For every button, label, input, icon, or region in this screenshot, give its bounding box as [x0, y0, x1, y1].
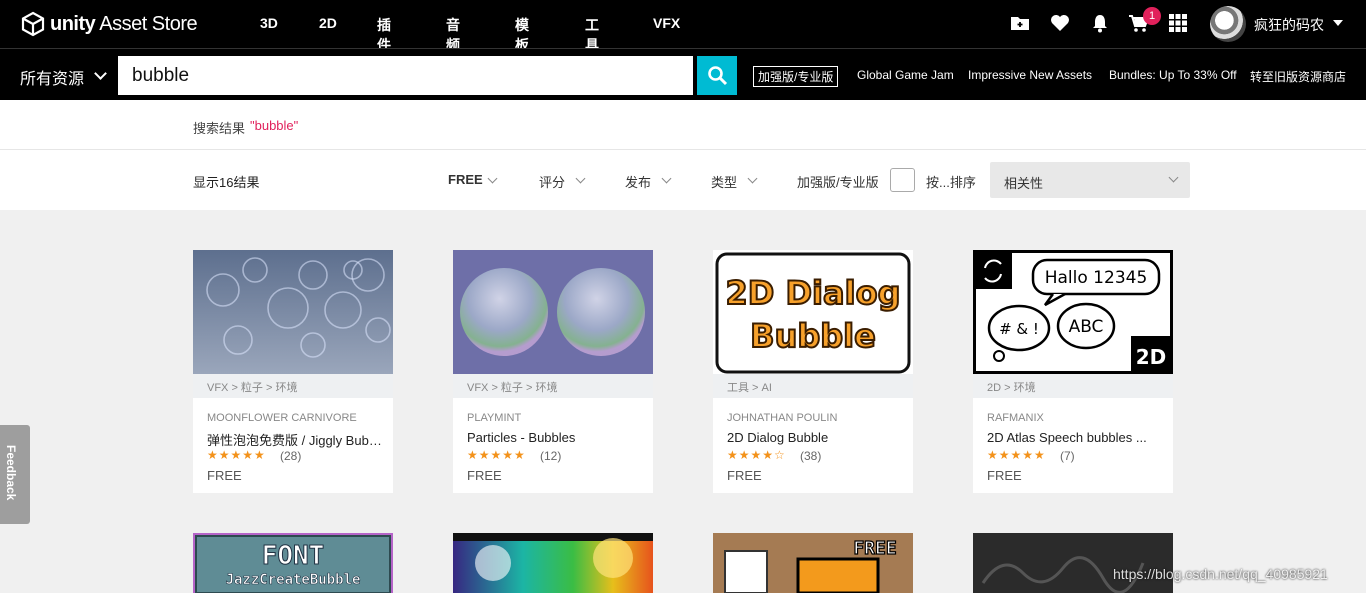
thumb-speech-symbols: # & ! [999, 320, 1039, 338]
chevron-down-icon[interactable] [747, 173, 758, 184]
asset-thumbnail[interactable] [193, 250, 393, 374]
user-menu-caret-icon[interactable] [1333, 20, 1343, 26]
type-filter[interactable]: 类型 [711, 172, 737, 191]
star-rating: ★★★★★ [987, 448, 1046, 462]
asset-thumbnail[interactable]: FREE [713, 533, 913, 593]
rating-filter[interactable]: 评分 [539, 172, 565, 191]
breadcrumb: 搜索结果 "bubble" [0, 100, 1366, 150]
asset-category[interactable]: VFX > 粒子 > 环境 [193, 374, 393, 398]
apps-grid-icon[interactable] [1167, 12, 1189, 34]
nav-3d[interactable]: 3D [260, 15, 278, 31]
thumb-font-title: FONT [262, 541, 325, 571]
unity-cube-icon [21, 11, 45, 37]
username[interactable]: 疯狂的码农 [1254, 15, 1324, 35]
thumb-dialog-line2: Bubble [750, 317, 876, 355]
asset-card[interactable]: FONT JazzCreateBubble [193, 533, 393, 593]
asset-thumbnail[interactable]: 2D Dialog Bubble [713, 250, 913, 374]
asset-card[interactable]: VFX > 粒子 > 环境 MOONFLOWER CARNIVORE 弹性泡泡免… [193, 250, 393, 493]
feedback-label: Feedback [4, 445, 18, 501]
star-rating: ★★★★☆ [727, 448, 786, 462]
plus-pro-filter-label: 加强版/专业版 [797, 175, 879, 190]
heart-icon[interactable] [1049, 12, 1071, 34]
chevron-down-icon [1168, 172, 1179, 183]
thumb-2d-tag: 2D [1136, 345, 1167, 369]
asset-title[interactable]: Particles - Bubbles [467, 430, 645, 445]
chevron-down-icon[interactable] [94, 67, 107, 80]
promo-new-assets[interactable]: Impressive New Assets [968, 68, 1092, 82]
thumb-free-tag: FREE [853, 538, 896, 559]
asset-card[interactable]: FREE [713, 533, 913, 593]
watermark: https://blog.csdn.net/qq_40985921 [1113, 566, 1328, 582]
asset-title[interactable]: 弹性泡泡免费版 / Jiggly Bubble Free [207, 430, 385, 449]
result-count: 显示16结果 [193, 175, 260, 190]
promo-bundles[interactable]: Bundles: Up To 33% Off [1109, 68, 1237, 82]
chevron-down-icon[interactable] [487, 173, 498, 184]
feedback-tab[interactable]: Feedback [0, 425, 30, 524]
rating-count: (7) [1060, 449, 1075, 463]
asset-thumbnail[interactable]: FONT JazzCreateBubble [193, 533, 393, 593]
search-scope-dropdown[interactable]: 所有资源 [20, 65, 84, 89]
sort-by-label: 按...排序 [926, 175, 976, 190]
sort-select[interactable]: 相关性 [990, 162, 1190, 198]
asset-publisher[interactable]: MOONFLOWER CARNIVORE [207, 412, 357, 424]
asset-thumbnail[interactable] [973, 533, 1173, 593]
asset-price: FREE [987, 468, 1022, 483]
rating-count: (12) [540, 449, 562, 463]
asset-thumbnail[interactable] [453, 533, 653, 593]
asset-thumbnail[interactable]: Hallo 12345 # & ! ABC 2D [973, 250, 1173, 374]
asset-thumbnail[interactable] [453, 250, 653, 374]
top-nav: unity Asset Store 3D 2D 插件 音频 模板 工具 VFX … [0, 0, 1366, 53]
asset-category[interactable]: 2D > 环境 [973, 374, 1173, 398]
search-results-label: 搜索结果 [193, 121, 246, 136]
search-bar: 所有资源 加强版/专业版 Global Game Jam Impressive … [0, 48, 1366, 100]
bell-icon[interactable] [1089, 12, 1111, 34]
chevron-down-icon[interactable] [575, 173, 586, 184]
chevron-down-icon[interactable] [661, 173, 672, 184]
thumb-dialog-line1: 2D Dialog [726, 274, 901, 312]
unity-logo[interactable]: unity Asset Store [20, 11, 198, 37]
search-button[interactable] [697, 56, 737, 95]
asset-category[interactable]: VFX > 粒子 > 环境 [453, 374, 653, 398]
user-avatar[interactable] [1210, 6, 1246, 42]
asset-category[interactable]: 工具 > AI [713, 374, 913, 398]
logo-text: unity Asset Store [50, 12, 198, 35]
plus-pro-link[interactable]: 加强版/专业版 [753, 66, 839, 87]
search-input[interactable] [118, 56, 693, 95]
asset-title[interactable]: 2D Dialog Bubble [727, 430, 905, 445]
legacy-store-link[interactable]: 转至旧版资源商店 [1250, 68, 1346, 85]
release-filter[interactable]: 发布 [625, 172, 651, 191]
folder-icon[interactable] [1009, 12, 1031, 34]
star-rating: ★★★★★ [467, 448, 526, 462]
search-icon [708, 66, 728, 86]
promo-global-game-jam[interactable]: Global Game Jam [857, 68, 954, 82]
asset-publisher[interactable]: RAFMANIX [987, 412, 1044, 424]
cart-count-badge: 1 [1143, 7, 1161, 25]
asset-title[interactable]: 2D Atlas Speech bubbles ... [987, 430, 1165, 445]
plus-pro-checkbox[interactable] [890, 168, 915, 192]
rating-count: (38) [800, 449, 822, 463]
thumb-speech-abc: ABC [1069, 317, 1104, 337]
thumb-speech-hallo: Hallo 12345 [1045, 268, 1148, 288]
asset-card[interactable]: 2D Dialog Bubble 工具 > AI JOHNATHAN POULI… [713, 250, 913, 493]
nav-vfx[interactable]: VFX [653, 15, 680, 31]
asset-card[interactable]: Hallo 12345 # & ! ABC 2D 2D > 环境 RAFMANI… [973, 250, 1173, 493]
sort-value: 相关性 [1004, 176, 1044, 191]
asset-publisher[interactable]: PLAYMINT [467, 412, 521, 424]
price-filter[interactable]: FREE [448, 172, 483, 187]
star-rating: ★★★★★ [207, 448, 266, 462]
asset-price: FREE [207, 468, 242, 483]
rating-count: (28) [280, 449, 302, 463]
asset-card[interactable]: VFX > 粒子 > 环境 PLAYMINT Particles - Bubbl… [453, 250, 653, 493]
search-term: "bubble" [250, 118, 299, 133]
asset-price: FREE [727, 468, 762, 483]
asset-publisher[interactable]: JOHNATHAN POULIN [727, 412, 837, 424]
asset-price: FREE [467, 468, 502, 483]
asset-card[interactable] [453, 533, 653, 593]
nav-2d[interactable]: 2D [319, 15, 337, 31]
asset-card[interactable] [973, 533, 1173, 593]
filter-bar: 显示16结果 FREE 评分 发布 类型 加强版/专业版 按...排序 相关性 [0, 150, 1366, 210]
thumb-font-sub: JazzCreateBubble [226, 572, 361, 588]
